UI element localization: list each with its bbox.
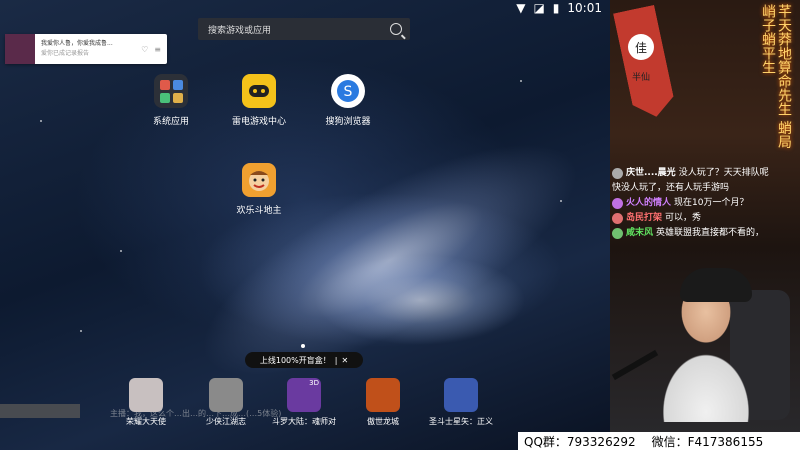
chat-username: 岛民打架 [626,213,663,223]
gamepad-icon [242,74,276,108]
game-icon: 3D [287,378,321,412]
app-label: 雷电游戏中心 [231,117,286,127]
android-status-bar: ▼ ◪ ▮ 10:01 [516,0,602,16]
dock-label: 少侠江湖志 [206,417,246,426]
dock-app[interactable]: 圣斗士星矢：正义 [421,378,501,427]
live-chat: 庆世....晨光 没人玩了？天天排队呢 快没人玩了，还有人玩手游吗 火人的情人 … [612,166,800,241]
more-icon[interactable]: ≡ [154,45,161,54]
dock-label: 斗罗大陆：魂师对 [272,417,336,426]
notification-thumbnail [5,34,35,64]
galaxy-wallpaper [171,99,609,421]
chat-message: 岛民打架 可以，秀 [612,211,800,226]
chat-message: 快没人玩了，还有人玩手游吗 [612,181,800,196]
avatar [612,168,623,179]
avatar [612,213,623,224]
close-icon[interactable]: ✕ [341,356,348,365]
star [80,330,82,332]
star [40,120,42,122]
battery-icon: ▮ [552,1,560,15]
app-label: 系统应用 [152,117,189,127]
dock-app[interactable]: 傲世龙城 [343,378,423,427]
chat-message: 火人的情人 现在10万一个月？ [612,196,800,211]
notification-title: 我爱你人鲁，你爱我成鲁... [41,40,113,47]
doudizhu-icon [242,163,276,197]
dock-label: 傲世龙城 [367,417,399,426]
svg-text:S: S [344,84,353,100]
banner-text: 上线100%开盲盒！ [259,355,331,365]
system-apps-icon [154,74,188,108]
3d-badge: 3D [309,379,319,387]
dock-app[interactable]: 荣耀大天使 [106,378,186,427]
search-input[interactable]: 搜索游戏或应用 [198,18,410,40]
contact-bar: QQ群：793326292 微信：F417386155 [518,432,800,450]
app-label: 欢乐斗地主 [236,206,282,216]
streamer-panel: 佳 半仙 芊天莽地算命先生 蛸局峭子蛸平生 庆世....晨光 没人玩了？天天排队… [610,0,800,450]
wechat-id: 微信：F417386155 [651,434,764,449]
overlay-strip [0,404,80,418]
notification-card[interactable]: 我爱你人鲁，你爱我成鲁... 爱你已成记录报告 ♡ ≡ [5,34,167,64]
chat-text: 可以，秀 [665,213,702,223]
chat-message: 庆世....晨光 没人玩了？天天排队呢 [612,166,800,181]
sogou-browser-icon: S [331,74,365,108]
game-icon [129,378,163,412]
app-sogou-browser[interactable]: S 搜狗浏览器 [308,74,388,127]
chat-text: 现在10万一个月？ [674,198,749,208]
app-label: 搜狗浏览器 [325,117,371,127]
game-icon [209,378,243,412]
flag-banner [613,5,677,121]
search-icon[interactable] [390,23,402,35]
banner-separator: | [334,355,338,365]
search-placeholder: 搜索游戏或应用 [208,25,272,36]
wifi-icon: ▼ [516,1,526,15]
qq-group: QQ群：793326292 [524,434,636,449]
app-game-center[interactable]: 雷电游戏中心 [219,74,299,127]
emulator-desktop: 搜索游戏或应用 我爱你人鲁，你爱我成鲁... 爱你已成记录报告 ♡ ≡ 系统应用… [0,0,610,450]
no-signal-icon: ◪ [533,1,545,15]
chat-text: 英雄联盟我直接都不看的， [656,228,765,238]
calligraphy-text: 芊天莽地算命先生 蛸局峭子蛸平生 [760,4,792,149]
star [520,80,522,82]
flag-emblem: 佳 [628,34,654,60]
page-indicator-dot [301,344,305,348]
star [120,250,122,252]
dock-label: 圣斗士星矢：正义 [429,417,493,426]
promo-banner[interactable]: 上线100%开盲盒！ | ✕ [245,352,363,368]
dock-label: 荣耀大天使 [126,417,166,426]
streamer-hair [680,268,752,302]
app-doudizhu[interactable]: 欢乐斗地主 [219,163,299,216]
avatar [612,198,623,209]
app-system-apps[interactable]: 系统应用 [131,74,211,127]
dock-app[interactable]: 3D 斗罗大陆：魂师对 [264,378,344,427]
chat-username: 庆世....晨光 [626,168,676,178]
chat-message: 咸末风 英雄联盟我直接都不看的， [612,226,800,241]
notification-subtitle: 爱你已成记录报告 [41,50,90,57]
game-icon [366,378,400,412]
chat-username: 咸末风 [626,228,654,238]
star [560,200,562,202]
chat-text: 快没人玩了，还有人玩手游吗 [612,183,730,193]
chat-username: 火人的情人 [626,198,672,208]
game-icon [444,378,478,412]
avatar [612,228,623,239]
dock-app[interactable]: 少侠江湖志 [186,378,266,427]
chat-text: 没人玩了？天天排队呢 [678,168,769,178]
status-time: 10:01 [567,1,602,15]
flag-text: 半仙 [632,73,651,83]
heart-icon[interactable]: ♡ [141,45,148,54]
